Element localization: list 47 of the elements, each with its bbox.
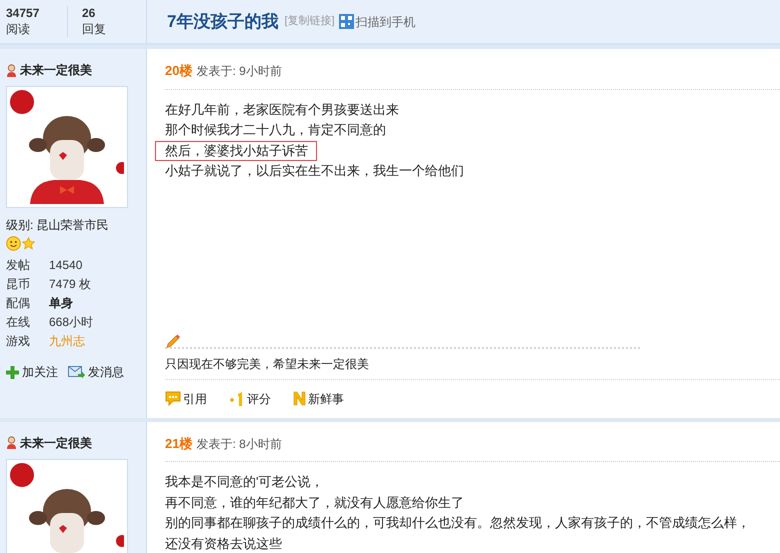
stat-count: 26 xyxy=(82,6,96,21)
author-name[interactable]: 未来一定很美 xyxy=(20,61,92,79)
news-link[interactable]: 新鲜事 xyxy=(293,390,344,408)
post-time: 发表于: 8小时前 xyxy=(196,436,282,452)
stat-label: 游戏 xyxy=(6,333,31,350)
stat-label: 配偶 xyxy=(6,295,31,312)
pencil-icon xyxy=(165,332,181,348)
level-value: 昆山荣誉市民 xyxy=(36,217,108,234)
stat-value: 668小时 xyxy=(49,314,94,331)
quote-link[interactable]: 引用 xyxy=(165,390,207,408)
post-time: 发表于: 9小时前 xyxy=(196,63,282,80)
stat-label: 在线 xyxy=(6,314,31,331)
floor-number: 20楼 xyxy=(165,62,192,80)
smiley-icon xyxy=(6,236,21,251)
person-icon xyxy=(6,436,17,449)
stat-label: 昆币 xyxy=(6,276,31,293)
floor-number: 21楼 xyxy=(165,434,192,452)
envelope-icon xyxy=(68,366,85,378)
speech-bubble-icon xyxy=(165,391,181,406)
post-text-line: 还没有资格去说这些 xyxy=(165,536,282,550)
post-text-line: 小姑子就说了，以后实在生不出来，我生一个给他们 xyxy=(165,163,464,178)
post-text-line: 我本是不同意的'可老公说， xyxy=(165,474,324,489)
post-text-line: 别的同事都在聊孩子的成绩什么的，可我却什么也没有。忽然发现，人家有孩子的，不管成绩怎么样， xyxy=(165,515,750,530)
scan-link[interactable]: 扫描到手机 xyxy=(338,12,416,30)
person-icon xyxy=(6,64,17,76)
post-text-line: 再不同意，谁的年纪都大了，就没有人愿意给你生了 xyxy=(165,494,464,510)
stat-caption: 阅读 xyxy=(6,21,31,37)
star-icon xyxy=(22,237,35,250)
signature-text: 只因现在不够完美，希望未来一定很美 xyxy=(165,348,780,380)
thread-title: 7年没孩子的我 xyxy=(167,10,278,33)
stat-value: 7479 枚 xyxy=(49,276,92,293)
post-text-line: 在好几年前，老家医院有个男孩要送出来 xyxy=(165,102,399,116)
qr-code-icon xyxy=(338,14,354,29)
stat-count: 34757 xyxy=(6,6,40,21)
author-name[interactable]: 未来一定很美 xyxy=(20,434,92,452)
plus-icon xyxy=(6,366,19,378)
stat-value: 14540 xyxy=(49,257,82,274)
stat-label: 发帖 xyxy=(6,257,31,274)
stat-value: 单身 xyxy=(49,295,73,312)
follow-link[interactable]: 加关注 xyxy=(6,363,58,381)
rate-link[interactable]: 评分 xyxy=(229,390,271,408)
stat-caption: 回复 xyxy=(82,21,106,37)
level-label: 级别: xyxy=(6,217,34,234)
plus-one-icon xyxy=(229,391,245,406)
post-text-line: 那个时候我才二十八九，肯定不同意的 xyxy=(165,122,386,137)
n-badge-icon xyxy=(293,391,306,406)
message-link[interactable]: 发消息 xyxy=(68,363,124,381)
